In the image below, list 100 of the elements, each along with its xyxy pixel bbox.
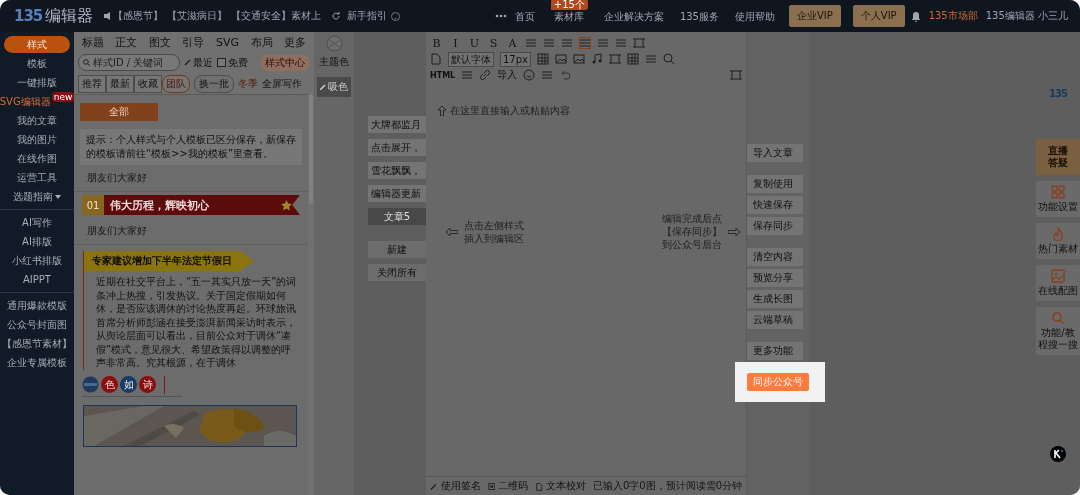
action-button[interactable]: 复制使用 (747, 175, 803, 193)
eyedropper-button[interactable]: 吸色 (317, 77, 351, 97)
footer-link[interactable]: 使用签名 (440, 479, 481, 493)
align-button[interactable] (525, 37, 537, 49)
sidebar-item[interactable]: 一键排版 (17, 75, 57, 90)
nav-link[interactable]: 企业解决方案 (603, 9, 664, 23)
footer-link[interactable]: 文本校对 (545, 479, 586, 493)
undo-icon[interactable] (559, 69, 572, 81)
sidebar-item[interactable]: AI写作 (22, 215, 52, 230)
table-icon[interactable] (537, 53, 549, 65)
lines-icon[interactable] (645, 53, 657, 65)
lines-icon[interactable] (615, 37, 627, 49)
category-tab[interactable]: 引导 (182, 34, 205, 50)
nav-link[interactable]: 首页 (514, 9, 535, 23)
article-tab[interactable]: 文章5 (368, 208, 426, 225)
sidebar-item[interactable]: AI排版 (22, 234, 52, 249)
character-badge[interactable]: 诗 (139, 376, 156, 393)
action-button[interactable]: 云端草稿 (747, 311, 803, 329)
style-sample[interactable]: 朋友们大家好 (74, 218, 308, 245)
sidebar-item[interactable]: 公众号封面图 (7, 317, 67, 332)
sidebar-item[interactable]: 选题指南 (13, 189, 61, 204)
chat-bot-icon[interactable] (1050, 446, 1066, 462)
tool-shortcut[interactable]: 功能设置 (1036, 181, 1080, 217)
guide-link[interactable]: 新手指引 (347, 9, 388, 23)
align-button[interactable] (579, 37, 591, 49)
sync-button[interactable]: 同步公众号 (747, 373, 809, 391)
align-button[interactable] (561, 37, 573, 49)
fullscreen-link[interactable]: 全屏写作 (262, 76, 302, 91)
category-tab[interactable]: 标题 (81, 34, 104, 50)
search-icon[interactable] (663, 53, 675, 65)
lines-icon[interactable] (597, 37, 609, 49)
sidebar-item[interactable]: 运营工具 (17, 170, 57, 185)
frame-icon[interactable] (609, 53, 621, 65)
season-link[interactable]: 冬季 (238, 76, 258, 91)
html-button[interactable]: HTML (430, 70, 456, 80)
import-button[interactable]: 导入 (497, 68, 518, 82)
size-select[interactable]: 17px (500, 51, 531, 67)
palette-icon[interactable] (325, 35, 343, 52)
emoji-icon[interactable] (523, 69, 536, 81)
action-button[interactable]: 保存同步 (747, 217, 803, 235)
logo-number[interactable]: 135 (14, 7, 43, 25)
music-icon[interactable] (591, 53, 603, 65)
format-button[interactable]: B (430, 36, 443, 50)
sidebar-item[interactable]: 通用爆款模版 (7, 298, 67, 313)
font-select[interactable]: 默认字体 (448, 51, 494, 67)
filter-tab[interactable]: 收藏 (134, 74, 162, 93)
sidebar-item[interactable]: AIPPT (23, 272, 51, 287)
article-tab[interactable]: 雪花飘飘， (368, 162, 426, 179)
action-button[interactable]: 生成长图 (747, 290, 803, 308)
table-icon[interactable] (627, 53, 639, 65)
sidebar-item[interactable]: 样式 (4, 36, 70, 53)
image-icon[interactable] (555, 53, 567, 65)
action-button[interactable]: 预览分享 (747, 269, 803, 287)
action-button[interactable]: 清空内容 (747, 248, 803, 266)
lines-icon[interactable] (541, 69, 554, 81)
notice-link[interactable]: 【感恩节】 (113, 9, 164, 23)
article-action[interactable]: 新建 (368, 241, 426, 258)
logo-text[interactable]: 编辑器 (45, 5, 94, 27)
heading-tag[interactable]: 专家建议增加下半年法定节假日 (84, 251, 254, 271)
more-icon[interactable] (494, 14, 507, 18)
tool-shortcut[interactable]: 在线配图 (1036, 265, 1080, 301)
search-field[interactable]: 样式ID / 关键词 (78, 54, 180, 71)
category-tab[interactable]: 正文 (115, 34, 138, 50)
sidebar-item[interactable]: 模板 (27, 56, 47, 71)
category-tab[interactable]: 图文 (148, 34, 171, 50)
notice-link[interactable]: 【艾滋病日】 (167, 9, 228, 23)
action-button[interactable]: 导入文章 (747, 144, 803, 162)
lines-icon[interactable] (461, 69, 474, 81)
filter-tab[interactable]: 最新 (106, 74, 134, 93)
action-button[interactable]: 快速保存 (747, 196, 803, 214)
tool-shortcut[interactable]: 热门素材 (1036, 223, 1080, 259)
filter-tab[interactable]: 团队 (162, 74, 190, 93)
style-center-button[interactable]: 样式中心 (260, 54, 310, 71)
article-tab[interactable]: 大牌都监月 (368, 116, 426, 133)
article-tab[interactable]: 点击展开， (368, 139, 426, 156)
format-button[interactable]: U (468, 36, 481, 50)
format-button[interactable]: S (487, 36, 500, 50)
user-name[interactable]: 135编辑器 小三儿 (985, 9, 1068, 23)
free-checkbox[interactable]: 免费 (217, 55, 248, 70)
vip-button[interactable]: 企业VIP (789, 5, 841, 27)
live-qa-button[interactable]: 直播 答疑 (1036, 139, 1080, 175)
frame-icon[interactable] (730, 69, 742, 81)
nav-link[interactable]: 135服务 (679, 9, 719, 23)
sidebar-item[interactable]: 【感恩节素材】 (2, 336, 72, 351)
format-button[interactable]: I (449, 36, 462, 50)
notice-link[interactable]: 【交通安全】素材上 (231, 9, 322, 23)
all-button[interactable]: 全部 (80, 103, 158, 121)
link-icon[interactable] (479, 69, 492, 81)
category-tab[interactable]: 更多 (284, 34, 307, 50)
frame-icon[interactable] (633, 37, 645, 49)
character-badge[interactable]: 色 (101, 376, 118, 393)
market-link[interactable]: 135市场部 (928, 9, 978, 23)
category-tab[interactable]: SVG (216, 35, 240, 49)
title-ribbon[interactable]: 伟大历程，辉映初心 (104, 195, 300, 215)
sidebar-item[interactable]: 小红书排版 (12, 253, 62, 268)
sidebar-item[interactable]: 我的文章 (17, 113, 57, 128)
sidebar-item[interactable]: SVG编辑器 (0, 94, 51, 109)
document-icon[interactable] (430, 53, 442, 65)
action-button[interactable]: 更多功能 (747, 342, 803, 360)
article-tab[interactable]: 编辑器更新 (368, 185, 426, 202)
